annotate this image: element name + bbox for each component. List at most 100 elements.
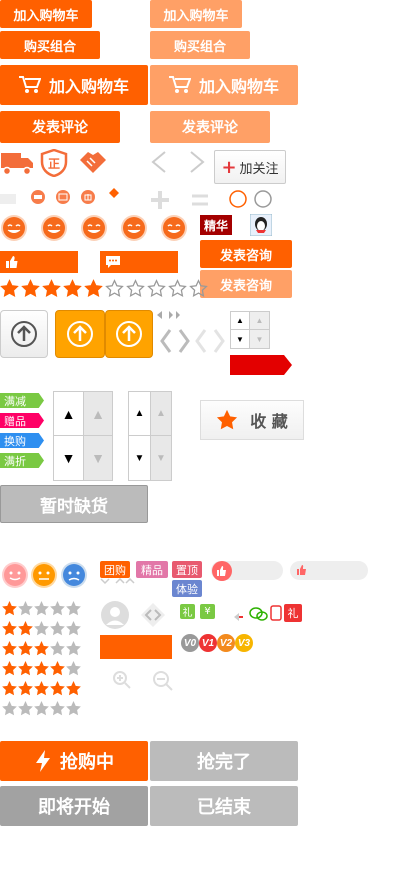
plus-icon: + [221,156,237,178]
add-cart-button-small-disabled[interactable]: 加入购物车 [150,0,242,28]
consult-button-disabled[interactable]: 发表咨询 [200,270,292,298]
collapse-arrows-icon[interactable] [100,578,138,586]
star-outline-icon [189,279,208,297]
like-pill-light[interactable] [290,561,368,580]
star-filled-icon [18,681,33,696]
svg-text:正: 正 [48,157,60,171]
smiley-face-icon[interactable] [0,214,28,242]
smiley-face-icon[interactable] [80,214,108,242]
diamond-arrows-icon[interactable] [140,602,166,628]
big-spinner-up-button[interactable]: ▲ [54,392,84,436]
smiley-face-icon[interactable] [40,214,68,242]
yen-green-badge: ¥ [200,604,215,619]
spinner-control[interactable]: ▲ ▲ ▼ ▼ [230,311,270,349]
chevron-right-icon[interactable] [188,150,206,174]
star-filled-icon [18,621,33,636]
rating-row [2,661,82,677]
arrow-up-circle-icon [11,321,37,347]
face-orange-icon[interactable] [30,561,58,589]
big-spinner-down-button[interactable]: ▼ [54,436,84,480]
like-bar[interactable] [0,251,78,273]
star-empty-icon [66,701,81,716]
comment-bar[interactable] [100,251,178,273]
favorite-button[interactable]: 收 藏 [200,400,304,440]
thumbs-up-circle-icon [212,561,232,581]
star-filled-icon [63,279,82,297]
radio-unselected-icon[interactable] [253,189,273,209]
smiley-face-icon[interactable] [160,214,188,242]
post-review-button-disabled[interactable]: 发表评论 [150,111,270,143]
spinner-up-button[interactable]: ▲ [231,312,250,330]
speech-bubble-icon [106,256,120,268]
star-filled-icon [42,279,61,297]
star-filled-icon [2,641,17,656]
medium-spinner-up-button[interactable]: ▲ [129,392,151,436]
mini-arrows-icon[interactable] [156,310,180,320]
qq-icon[interactable] [250,214,272,236]
gift-green-badge: 礼 [180,604,195,619]
star-empty-icon [66,601,81,616]
star-filled-icon [2,621,17,636]
smiley-face-icon[interactable] [120,214,148,242]
buying-button[interactable]: 抢购中 [0,741,148,781]
star-filled-icon [34,641,49,656]
consult-button[interactable]: 发表咨询 [200,240,292,268]
handshake-icon [80,152,106,173]
promo-tag: 满折 [0,453,44,468]
scroll-up-button-default[interactable] [0,310,48,358]
double-chevron-icon[interactable] [160,328,190,354]
mobile-phone-icon[interactable] [270,605,282,621]
buying-label: 抢购中 [60,752,114,773]
star-empty-icon [50,601,65,616]
rating-stars[interactable] [0,279,210,303]
arrow-up-circle-icon [67,321,93,347]
buy-combo-button[interactable]: 购买组合 [0,31,100,59]
radio-selected-icon[interactable] [228,189,248,209]
coming-button[interactable]: 即将开始 [0,786,148,826]
zoom-out-icon[interactable] [152,670,174,692]
scroll-up-button-active[interactable] [105,310,153,358]
pinned-tag: 置顶 [172,561,202,578]
ended-button[interactable]: 已结束 [150,786,298,826]
post-review-button[interactable]: 发表评论 [0,111,120,143]
sold-all-button[interactable]: 抢完了 [150,741,298,781]
medium-spinner-down-disabled: ▼ [151,436,171,480]
vip-level-badge: V1 [199,634,217,652]
vip-level-badge: V2 [217,634,235,652]
star-empty-icon [66,621,81,636]
medium-spinner-control[interactable]: ▲ ▲ ▼ ▼ [128,391,172,481]
follow-button[interactable]: + 加关注 [214,150,286,184]
add-cart-button-large-disabled[interactable]: 加入购物车 [150,65,298,105]
double-chevron-light-icon[interactable] [195,328,225,354]
essence-badge: 精华 [200,215,232,235]
spinner-down-button[interactable]: ▼ [231,330,250,348]
sold-out-button[interactable]: 暂时缺货 [0,485,148,523]
plus-large-icon[interactable] [150,190,170,210]
equals-icon [192,194,208,206]
follow-label: 加关注 [239,161,279,177]
zoom-in-icon[interactable] [112,670,132,690]
red-flag-bar [230,355,292,375]
star-filled-icon [21,279,40,297]
add-cart-button-small[interactable]: 加入购物车 [0,0,92,28]
medium-spinner-down-button[interactable]: ▼ [129,436,151,480]
gift-red-badge: 礼 [284,604,302,622]
chevron-left-icon[interactable] [150,150,168,174]
face-blue-icon[interactable] [60,561,88,589]
add-cart-button-large[interactable]: 加入购物车 [0,65,148,105]
star-icon [217,409,238,430]
star-empty-icon [2,701,17,716]
star-empty-icon [50,621,65,636]
add-cart-label: 加入购物车 [48,77,129,96]
big-spinner-control[interactable]: ▲ ▲ ▼ ▼ [53,391,113,481]
wechat-icon[interactable] [249,606,269,622]
cart-icon [168,76,191,93]
coupon-icon [31,190,45,204]
star-empty-icon [50,641,65,656]
face-pink-icon[interactable] [1,561,29,589]
star-empty-icon [34,621,49,636]
experience-tag: 体验 [172,580,202,597]
scroll-up-button-hover[interactable] [55,310,105,358]
buy-combo-button-disabled[interactable]: 购买组合 [150,31,250,59]
like-pill[interactable] [211,561,283,581]
